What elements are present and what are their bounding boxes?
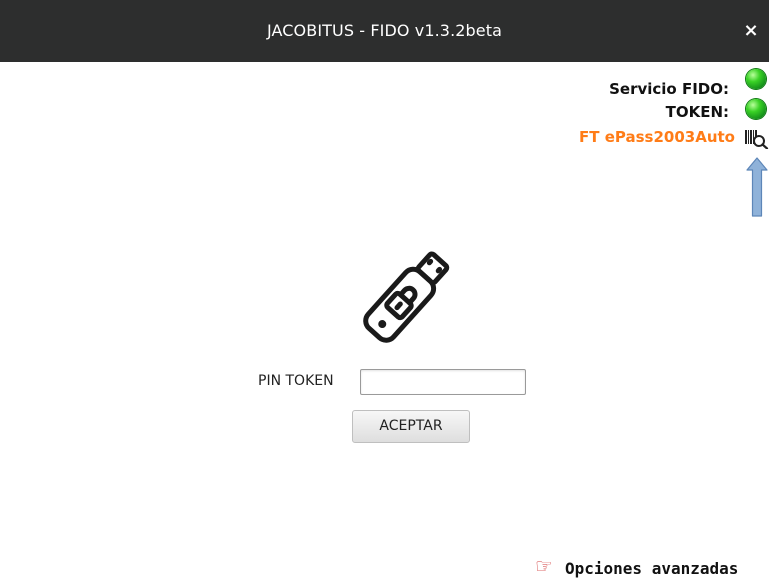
close-button[interactable]: × xyxy=(741,20,761,42)
window-titlebar: JACOBITUS - FIDO v1.3.2beta × xyxy=(0,0,769,62)
arrow-up-icon xyxy=(746,157,768,217)
advanced-options-label: Opciones avanzadas xyxy=(565,559,739,578)
pin-token-label: PIN TOKEN xyxy=(258,373,334,389)
pin-token-input[interactable] xyxy=(360,369,526,395)
window-title: JACOBITUS - FIDO v1.3.2beta xyxy=(266,21,503,40)
barcode-search-icon[interactable] xyxy=(745,129,769,149)
pointing-hand-icon: ☞ xyxy=(535,554,553,578)
usb-lock-icon xyxy=(363,251,450,343)
token-status-led xyxy=(746,99,766,119)
token-device-name: FT ePass2003Auto xyxy=(579,128,735,146)
fido-service-label: Servicio FIDO: xyxy=(609,80,729,98)
accept-button[interactable]: ACEPTAR xyxy=(352,410,470,443)
token-label: TOKEN: xyxy=(665,103,729,121)
fido-service-status-led xyxy=(746,69,766,89)
